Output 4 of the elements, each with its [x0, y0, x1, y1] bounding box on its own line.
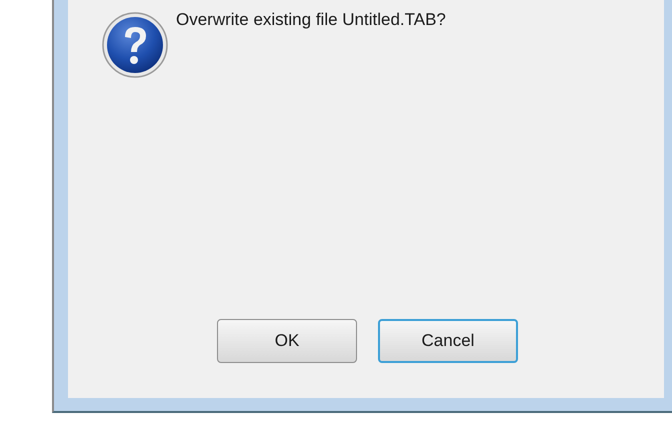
dialog-button[interactable]: OK [217, 319, 357, 363]
dialog-message: Overwrite existing file Untitled.TAB? [176, 9, 446, 31]
dialog-button[interactable]: Cancel [378, 319, 518, 363]
question-icon [102, 12, 168, 78]
